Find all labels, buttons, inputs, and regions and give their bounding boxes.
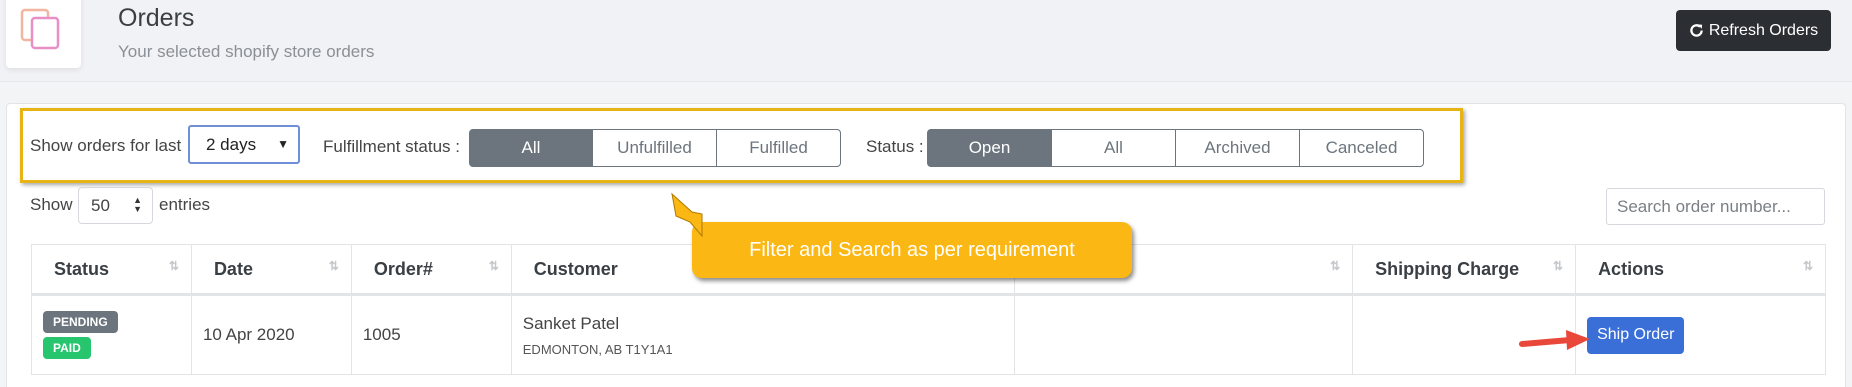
column-header-label: Customer bbox=[533, 258, 618, 279]
page-title: Orders bbox=[118, 4, 195, 32]
caret-down-icon: ▼ bbox=[277, 137, 289, 151]
status-label: Status : bbox=[866, 137, 924, 156]
show-orders-label: Show orders for last bbox=[30, 136, 182, 155]
entries-select[interactable]: 50 ▲ ▼ bbox=[78, 187, 153, 224]
column-header-order[interactable]: Order# ⇅ bbox=[350, 244, 512, 296]
column-header-actions[interactable]: Actions ⇅ bbox=[1575, 244, 1826, 296]
status-badge-paid: PAID bbox=[43, 337, 91, 359]
days-select-value: 2 days bbox=[206, 135, 257, 154]
table-row: PENDING PAID 10 Apr 2020 1005 Sanket Pat… bbox=[31, 294, 1826, 375]
shipping-charge-cell bbox=[1352, 294, 1576, 375]
refresh-icon bbox=[1690, 24, 1703, 37]
refresh-orders-button[interactable]: Refresh Orders bbox=[1676, 10, 1831, 51]
date-cell: 10 Apr 2020 bbox=[190, 294, 352, 375]
refresh-orders-label: Refresh Orders bbox=[1708, 21, 1819, 39]
column-header-label: Status bbox=[54, 258, 110, 279]
status-all-button[interactable]: All bbox=[1051, 129, 1176, 167]
column-header-label: Actions bbox=[1598, 258, 1665, 279]
page-subtitle: Your selected shopify store orders bbox=[118, 42, 375, 61]
sort-icon: ⇅ bbox=[1330, 259, 1341, 273]
status-archived-button[interactable]: Archived bbox=[1175, 129, 1300, 167]
page-header: Orders Your selected shopify store order… bbox=[0, 0, 1852, 82]
status-group: Open All Archived Canceled bbox=[927, 129, 1424, 167]
sort-icon: ⇅ bbox=[168, 259, 179, 273]
status-canceled-button[interactable]: Canceled bbox=[1299, 129, 1424, 167]
sort-icon: ⇅ bbox=[1802, 259, 1813, 273]
column-header-label: Shipping Charge bbox=[1375, 258, 1520, 279]
copy-logo-icon bbox=[20, 8, 60, 50]
annotation-callout: Filter and Search as per requirement bbox=[692, 222, 1132, 278]
fulfillment-unfulfilled-button[interactable]: Unfulfilled bbox=[592, 129, 717, 167]
entries-select-value: 50 bbox=[91, 196, 110, 215]
fulfillment-status-label: Fulfillment status : bbox=[323, 137, 460, 156]
column-header-shipping-charge[interactable]: Shipping Charge ⇅ bbox=[1352, 244, 1576, 296]
app-logo bbox=[6, 0, 81, 68]
fulfillment-status-group: All Unfulfilled Fulfilled bbox=[469, 129, 841, 167]
fulfillment-all-button[interactable]: All bbox=[469, 129, 593, 167]
column-header-label: Date bbox=[213, 258, 253, 279]
customer-address: EDMONTON, AB T1Y1A1 bbox=[522, 341, 673, 357]
hidden-column-cell bbox=[1014, 294, 1353, 375]
status-badge-pending: PENDING bbox=[43, 311, 118, 333]
actions-cell: Ship Order bbox=[1575, 294, 1826, 375]
status-open-button[interactable]: Open bbox=[927, 129, 1052, 167]
ship-order-button[interactable]: Ship Order bbox=[1587, 316, 1685, 354]
sort-icon: ⇅ bbox=[488, 259, 499, 273]
fulfillment-fulfilled-button[interactable]: Fulfilled bbox=[716, 129, 841, 167]
column-header-status[interactable]: Status ⇅ bbox=[31, 244, 192, 296]
order-number-cell: 1005 bbox=[350, 294, 512, 375]
search-order-input[interactable] bbox=[1606, 188, 1825, 225]
show-entries-label: Show bbox=[30, 195, 73, 214]
entries-suffix-label: entries bbox=[159, 195, 211, 214]
status-cell: PENDING PAID bbox=[31, 294, 192, 375]
days-select[interactable]: 2 days ▼ bbox=[188, 125, 300, 164]
column-header-date[interactable]: Date ⇅ bbox=[190, 244, 352, 296]
customer-name: Sanket Patel bbox=[522, 313, 620, 333]
sort-icon: ⇅ bbox=[1553, 259, 1564, 273]
sort-icon: ⇅ bbox=[328, 259, 339, 273]
column-header-label: Order# bbox=[373, 258, 433, 279]
customer-cell: Sanket Patel EDMONTON, AB T1Y1A1 bbox=[510, 294, 1015, 375]
sort-updown-icon: ▲ ▼ bbox=[133, 195, 142, 214]
